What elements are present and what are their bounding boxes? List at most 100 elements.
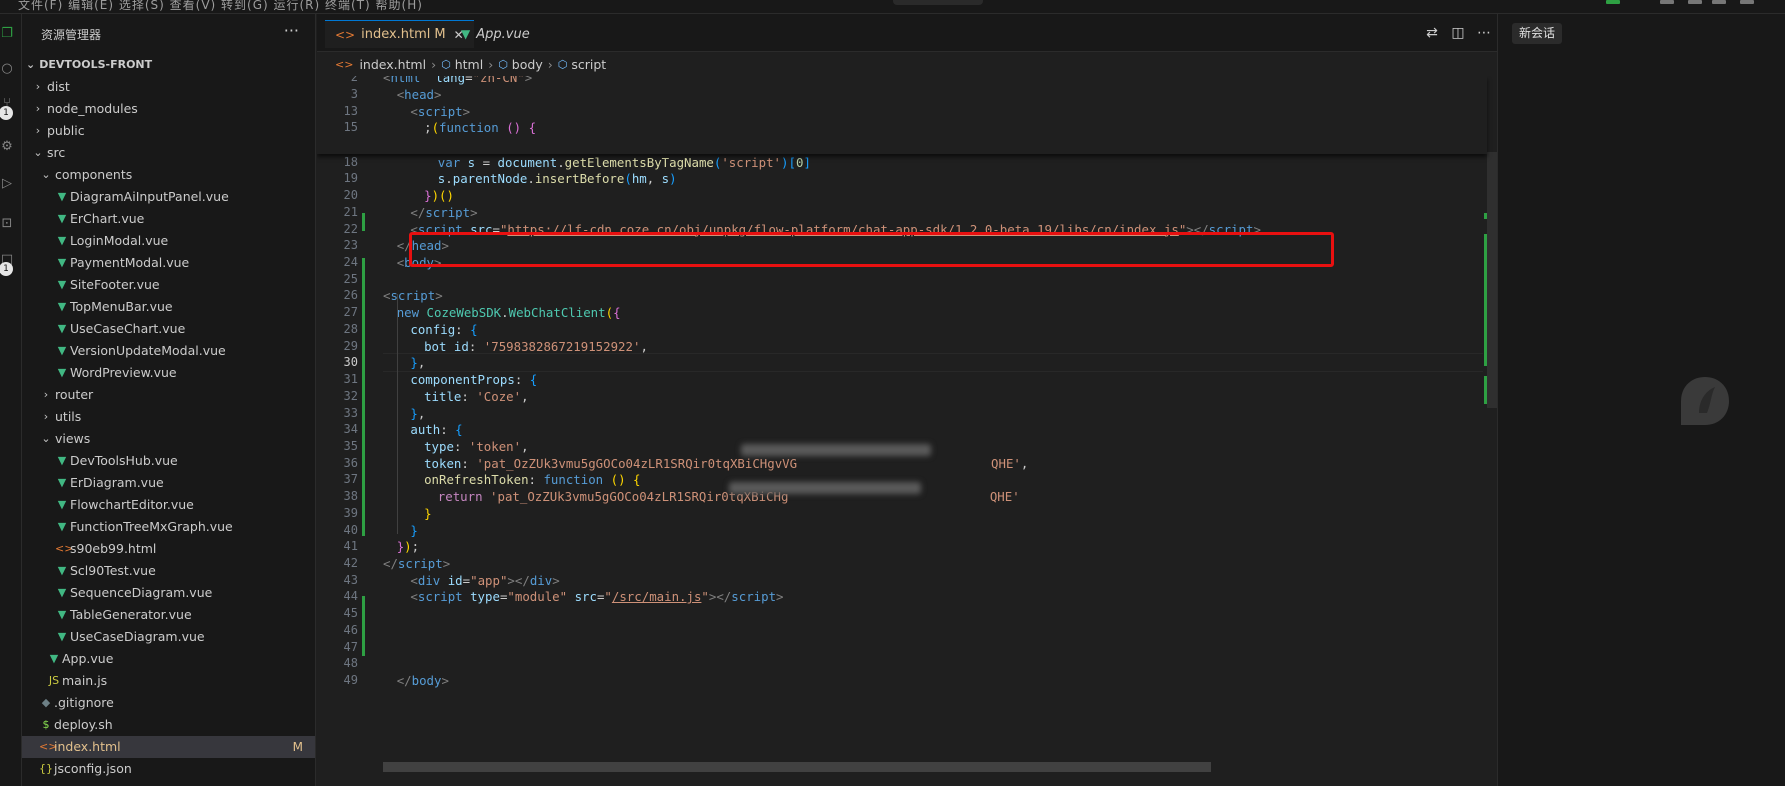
code-token: title (424, 388, 462, 404)
breadcrumb-item[interactable]: index.html (359, 57, 426, 72)
horizontal-scrollbar[interactable] (383, 762, 1211, 772)
code-token: > (441, 673, 449, 689)
code-token: script (417, 589, 463, 605)
file-item[interactable]: ▼ DevToolsHub.vue (22, 450, 315, 472)
split-editor-icon[interactable]: ◫ (1445, 25, 1471, 41)
vue-file-icon: ▼ (57, 322, 67, 335)
code-token: s (467, 154, 476, 170)
sticky-scroll-header[interactable]: 2 3 13 15 <html lang="zh-CN"> <head> <script>;… (317, 76, 1487, 154)
code-line[interactable]: </body> (397, 671, 449, 690)
new-chat-button[interactable]: 新会话 (1512, 23, 1563, 44)
code-editor[interactable]: 1718192021222324252627282930313233343536… (317, 76, 1497, 786)
code-token: lang (435, 76, 466, 85)
project-root[interactable]: ⌄ DEVTOOLS-FRONT (22, 54, 315, 76)
file-item[interactable]: ▼ VersionUpdateModal.vue (22, 340, 315, 362)
code-area[interactable]: hm.src = "https://hm.baidu.com/hm.js?f7a… (383, 76, 1483, 786)
file-item[interactable]: {} jsconfig.json (22, 758, 315, 780)
folder-item[interactable]: › utils (22, 406, 315, 428)
file-item[interactable]: ▼ DiagramAiInputPanel.vue (22, 186, 315, 208)
vertical-scrollbar[interactable] (1487, 152, 1497, 408)
file-item[interactable]: ▼ TableGenerator.vue (22, 604, 315, 626)
file-item[interactable]: $ deploy.sh (22, 714, 315, 736)
extensions-icon[interactable]: ⚙ (0, 139, 14, 155)
more-actions-icon[interactable]: ··· (284, 23, 299, 39)
accounts-activity-icon[interactable]: □ 1 (0, 252, 14, 276)
code-token: ; (424, 120, 432, 136)
code-token: ( (624, 171, 632, 187)
menu-bar[interactable]: 文件(F) 编辑(E) 选择(S) 查看(V) 转到(G) 运行(R) 终端(T… (18, 0, 423, 13)
activity-bar: ❐ ○ ⑂ 1 ⚙ ▷ ⊡ □ 1 (0, 14, 22, 786)
breadcrumb-item[interactable]: html (455, 57, 483, 72)
breadcrumb-item[interactable]: script (571, 57, 606, 72)
code-token: ) (781, 154, 789, 170)
code-token: function (439, 120, 499, 136)
file-item[interactable]: ▼ TopMenuBar.vue (22, 296, 315, 318)
accounts-icon[interactable] (1606, 0, 1620, 4)
folder-name: utils (55, 409, 82, 424)
explorer-title: 资源管理器 (41, 27, 102, 42)
file-item[interactable]: <> s90eb99.html (22, 538, 315, 560)
file-item[interactable]: ▼ PaymentModal.vue (22, 252, 315, 274)
file-item[interactable]: ▼ ErChart.vue (22, 208, 315, 230)
code-token: type (424, 438, 454, 454)
folder-item[interactable]: › public (22, 120, 315, 142)
folder-item[interactable]: › dist (22, 76, 315, 98)
folder-item[interactable]: › node_modules (22, 98, 315, 120)
folder-item[interactable]: › router (22, 384, 315, 406)
run-debug-icon[interactable]: ▷ (0, 176, 14, 192)
file-item[interactable]: ▼ ErDiagram.vue (22, 472, 315, 494)
code-token: parentNode (452, 171, 528, 187)
layout-icon[interactable] (1660, 0, 1674, 4)
vue-file-icon: ▼ (49, 652, 59, 665)
code-line[interactable]: s.parentNode.insertBefore(hm, s) (438, 169, 677, 188)
file-item[interactable]: ▼ UseCaseDiagram.vue (22, 626, 315, 648)
code-line[interactable]: ;(function () { (424, 118, 536, 137)
source-control-icon[interactable]: ⑂ 1 (0, 96, 14, 120)
chevron-right-icon: › (488, 56, 494, 72)
file-item[interactable]: ▼ LoginModal.vue (22, 230, 315, 252)
file-item[interactable]: ▼ FlowchartEditor.vue (22, 494, 315, 516)
code-token: html (390, 76, 421, 85)
sidebar-toggle-icon[interactable] (1712, 0, 1726, 4)
explorer-icon[interactable]: ❐ (0, 26, 14, 42)
panel-toggle-icon[interactable] (1688, 0, 1702, 4)
code-line[interactable]: } (424, 504, 431, 523)
vue-file-icon: ▼ (57, 454, 67, 467)
remote-explorer-icon[interactable]: ⊡ (0, 216, 14, 232)
command-center[interactable] (893, 0, 983, 5)
settings-icon[interactable] (1740, 0, 1754, 4)
chevron-right-icon: › (35, 102, 41, 115)
breadcrumb-item[interactable]: body (512, 57, 543, 72)
line-number: 15 (343, 120, 358, 135)
code-token: . (557, 154, 565, 170)
file-item[interactable]: <> index.html M (22, 736, 315, 758)
folder-item[interactable]: ⌄ src (22, 142, 315, 164)
file-item[interactable]: ▼ UseCaseChart.vue (22, 318, 315, 340)
folder-item[interactable]: ⌄ views (22, 428, 315, 450)
more-editor-actions-icon[interactable]: ⋯ (1471, 25, 1497, 41)
search-icon[interactable]: ○ (0, 61, 14, 77)
file-item[interactable]: ▼ FunctionTreeMxGraph.vue (22, 516, 315, 538)
tab-app-vue[interactable]: ▼ App.vue (451, 20, 540, 48)
vue-file-icon: ▼ (57, 520, 67, 533)
line-number: 49 (343, 673, 358, 688)
file-item[interactable]: ▼ Scl90Test.vue (22, 560, 315, 582)
code-line[interactable]: title: 'Coze', (424, 387, 528, 406)
code-line[interactable]: <script type="module" src="/src/main.js"… (410, 587, 783, 606)
file-item[interactable]: ▼ SiteFooter.vue (22, 274, 315, 296)
compare-changes-icon[interactable]: ⇄ (1419, 25, 1445, 41)
git-file-icon: ◆ (41, 696, 51, 709)
file-item[interactable]: ◆ .gitignore (22, 692, 315, 714)
breadcrumb: <> index.html › ⬡ html › ⬡ body › ⬡ scri… (317, 52, 1497, 76)
code-token: ) (404, 539, 412, 555)
folder-item[interactable]: ⌄ components (22, 164, 315, 186)
file-item[interactable]: ▼ WordPreview.vue (22, 362, 315, 384)
file-item[interactable]: ▼ SequenceDiagram.vue (22, 582, 315, 604)
file-item[interactable]: JS main.js (22, 670, 315, 692)
file-item[interactable]: ▼ App.vue (22, 648, 315, 670)
json-file-icon: {} (39, 762, 53, 775)
file-name: LoginModal.vue (70, 233, 169, 248)
